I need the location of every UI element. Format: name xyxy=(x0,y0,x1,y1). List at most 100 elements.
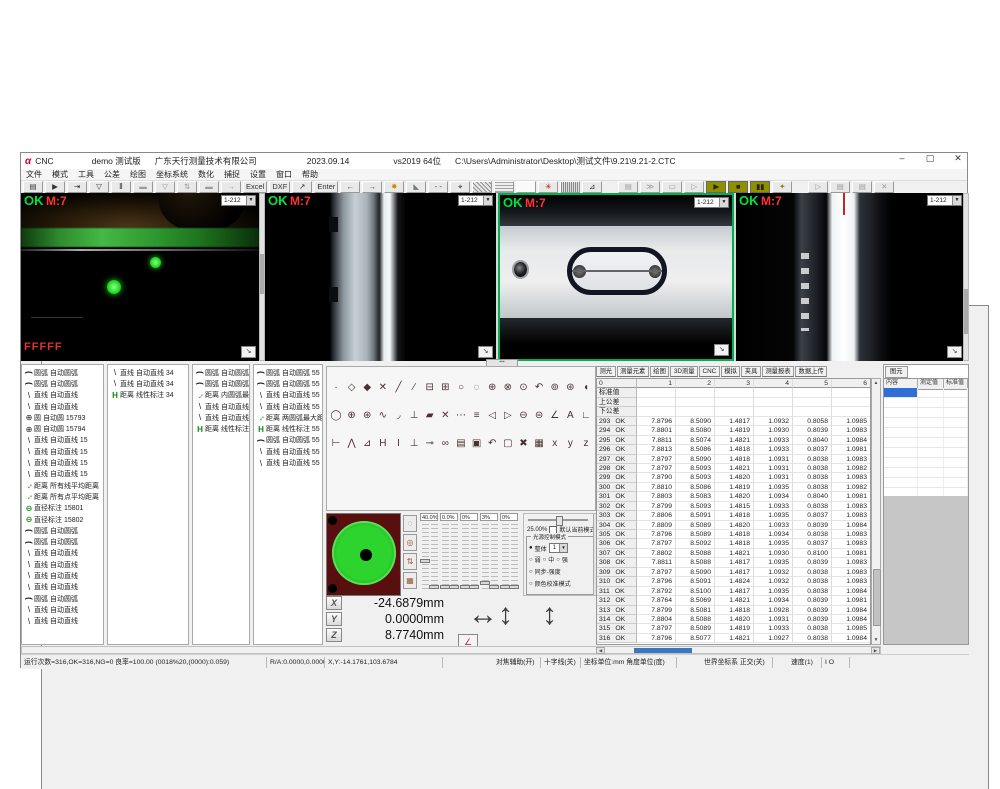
light-mode-button[interactable]: ⇅ xyxy=(403,553,417,570)
tool-icon[interactable]: ◞ xyxy=(392,409,406,423)
tool-icon[interactable]: H xyxy=(376,437,390,451)
camera-view-3-active[interactable]: OK M:7 1-212▼ ↘ xyxy=(498,193,734,361)
save2-button[interactable]: ▤ xyxy=(618,181,638,193)
feature-item[interactable]: (圆弧 自动圆弧 66 xyxy=(193,367,249,378)
tool-icon[interactable]: · xyxy=(329,381,343,395)
feature-item[interactable]: \直线 自动直线 15 xyxy=(22,469,103,480)
slider-track[interactable] xyxy=(431,524,438,592)
pattern-swatch[interactable] xyxy=(560,181,580,193)
star-button[interactable]: ✳ xyxy=(538,181,558,193)
table-row[interactable]: 312OK7.87648.50691.48211.09340.80391.098… xyxy=(597,596,870,605)
feature-item[interactable]: (圆弧 自动圆弧 xyxy=(22,536,103,547)
feature-item[interactable]: ↔距离 所有点平均距离 xyxy=(22,491,103,502)
feature-item[interactable]: ⊖直径标注 15802 xyxy=(22,514,103,525)
element-row[interactable] xyxy=(884,428,968,438)
feature-item[interactable]: (圆弧 自动圆弧 55 xyxy=(254,378,322,389)
minimize-button[interactable]: – xyxy=(895,153,909,164)
table-special-row[interactable]: 下公差 xyxy=(597,407,870,416)
open-button[interactable]: ▶ xyxy=(45,181,65,193)
goto-button[interactable]: ⇥ xyxy=(67,181,87,193)
element-row[interactable] xyxy=(884,438,968,448)
slider-thumb[interactable] xyxy=(429,585,439,589)
tool-disabled-button[interactable]: → xyxy=(221,181,241,193)
resize-grip-icon[interactable]: ↘ xyxy=(714,344,729,356)
element-row[interactable] xyxy=(884,398,968,408)
view-button[interactable]: ◣ xyxy=(406,181,426,193)
slider-track[interactable] xyxy=(442,524,449,592)
resize-grip-icon[interactable]: ↘ xyxy=(478,346,493,358)
open2-button[interactable]: ▭ xyxy=(662,181,682,193)
slider-thumb[interactable] xyxy=(469,585,479,589)
table-row[interactable]: 294OK7.88018.50801.48191.09300.80391.098… xyxy=(597,426,870,435)
menu-item[interactable]: 窗口 xyxy=(271,169,297,180)
light-mode-button[interactable]: ▦ xyxy=(403,572,417,589)
run-button[interactable]: ▷ xyxy=(684,181,704,193)
feature-item[interactable]: \直线 自动直线 34 xyxy=(108,378,188,389)
radio-color[interactable]: ○ xyxy=(529,581,533,587)
excel-button[interactable]: Excel xyxy=(243,181,267,193)
scroll-right-icon[interactable]: ▶ xyxy=(871,647,880,654)
range-combo[interactable]: 1-212▼ xyxy=(221,195,256,206)
tool-icon[interactable]: ⊛ xyxy=(360,409,374,423)
slider-thumb[interactable] xyxy=(449,585,459,589)
table-row[interactable]: 315OK7.87978.50891.48191.09330.80381.098… xyxy=(597,624,870,633)
table-row[interactable]: 308OK7.88118.50881.48171.09350.80391.098… xyxy=(597,558,870,567)
tab-3D测量[interactable]: 3D测量 xyxy=(670,366,698,377)
save3-button[interactable]: ▤ xyxy=(830,181,850,193)
tool-icon[interactable]: ◇ xyxy=(345,381,359,395)
menu-item[interactable]: 模式 xyxy=(47,169,73,180)
play2-button[interactable]: ▷ xyxy=(808,181,828,193)
table-special-row[interactable]: 标准值 xyxy=(597,388,870,397)
feature-item[interactable]: \直线 自动直线 xyxy=(22,401,103,412)
tool-icon[interactable]: ▤ xyxy=(454,437,468,451)
tool-icon[interactable]: ∞ xyxy=(438,437,452,451)
tab-测光[interactable]: 测光 xyxy=(596,366,616,377)
tool-icon[interactable]: ▢ xyxy=(501,437,515,451)
menu-item[interactable]: 公差 xyxy=(99,169,125,180)
tool-icon[interactable]: ╱ xyxy=(392,381,406,395)
tool-icon[interactable]: ✕ xyxy=(376,381,390,395)
locate-button[interactable]: ⌖ xyxy=(450,181,470,193)
feature-item[interactable]: \直线 自动直线 xyxy=(22,582,103,593)
feature-item[interactable]: \直线 自动直线 15 xyxy=(22,457,103,468)
range-combo[interactable]: 1-212▼ xyxy=(694,197,729,208)
tool-icon[interactable]: ◯ xyxy=(329,409,343,423)
feature-item[interactable]: \直线 自动直线 xyxy=(22,390,103,401)
dxf-button[interactable]: DXF xyxy=(269,181,290,193)
feature-item[interactable]: H距离 线性标注 66 xyxy=(193,423,249,434)
feature-item[interactable]: H距离 线性标注 55 xyxy=(254,423,322,434)
tool-icon[interactable]: ⋀ xyxy=(345,437,359,451)
feature-item[interactable]: \直线 自动直线 xyxy=(22,616,103,627)
table-row[interactable]: 310OK7.87968.50911.48241.09320.80381.098… xyxy=(597,577,870,586)
tool-icon[interactable]: ◌ xyxy=(470,381,484,395)
tool-icon[interactable]: ∿ xyxy=(376,409,390,423)
slider-track[interactable] xyxy=(482,524,489,592)
tool-icon[interactable]: ⊢ xyxy=(329,437,343,451)
tool-icon[interactable]: ⊟ xyxy=(423,381,437,395)
feature-item[interactable]: ↔距离 内圆弧最大距离 xyxy=(193,390,249,401)
light-mode-button[interactable]: ◌ xyxy=(403,515,417,532)
table-row[interactable]: 314OK7.88048.50881.48201.09310.80391.098… xyxy=(597,615,870,624)
feature-item[interactable]: (圆弧 自动圆弧 xyxy=(22,525,103,536)
feature-item[interactable]: \直线 自动直线 55 xyxy=(254,446,322,457)
report-button[interactable]: ▤ xyxy=(852,181,872,193)
tool-icon[interactable]: ⊕ xyxy=(345,409,359,423)
feature-item[interactable]: ⊖直径标注 15801 xyxy=(22,503,103,514)
tool-icon[interactable]: ▣ xyxy=(470,437,484,451)
element-row[interactable] xyxy=(884,388,968,398)
feature-item[interactable]: (圆弧 自动圆弧 66 xyxy=(193,378,249,389)
table-hscrollbar[interactable]: ◀ ▶ xyxy=(21,646,881,654)
enter-button[interactable]: Enter xyxy=(314,181,338,193)
tool-icon[interactable]: ▷ xyxy=(501,409,515,423)
feature-item[interactable]: (圆弧 自动圆弧 xyxy=(22,367,103,378)
jog-z-arrows-icon[interactable]: ↕ xyxy=(542,598,557,632)
tool-icon[interactable]: z xyxy=(579,437,593,451)
table-row[interactable]: 313OK7.87998.50811.48181.09280.80391.098… xyxy=(597,606,870,615)
tool-icon[interactable]: ↶ xyxy=(485,437,499,451)
light-mode-button[interactable]: ◎ xyxy=(403,534,417,551)
export-button[interactable]: ↗ xyxy=(292,181,312,193)
tool-icon[interactable]: ⊿ xyxy=(360,437,374,451)
tab-模拟[interactable]: 模拟 xyxy=(721,366,741,377)
dash-button[interactable]: - - xyxy=(428,181,448,193)
scroll-left-icon[interactable]: ◀ xyxy=(596,647,605,654)
